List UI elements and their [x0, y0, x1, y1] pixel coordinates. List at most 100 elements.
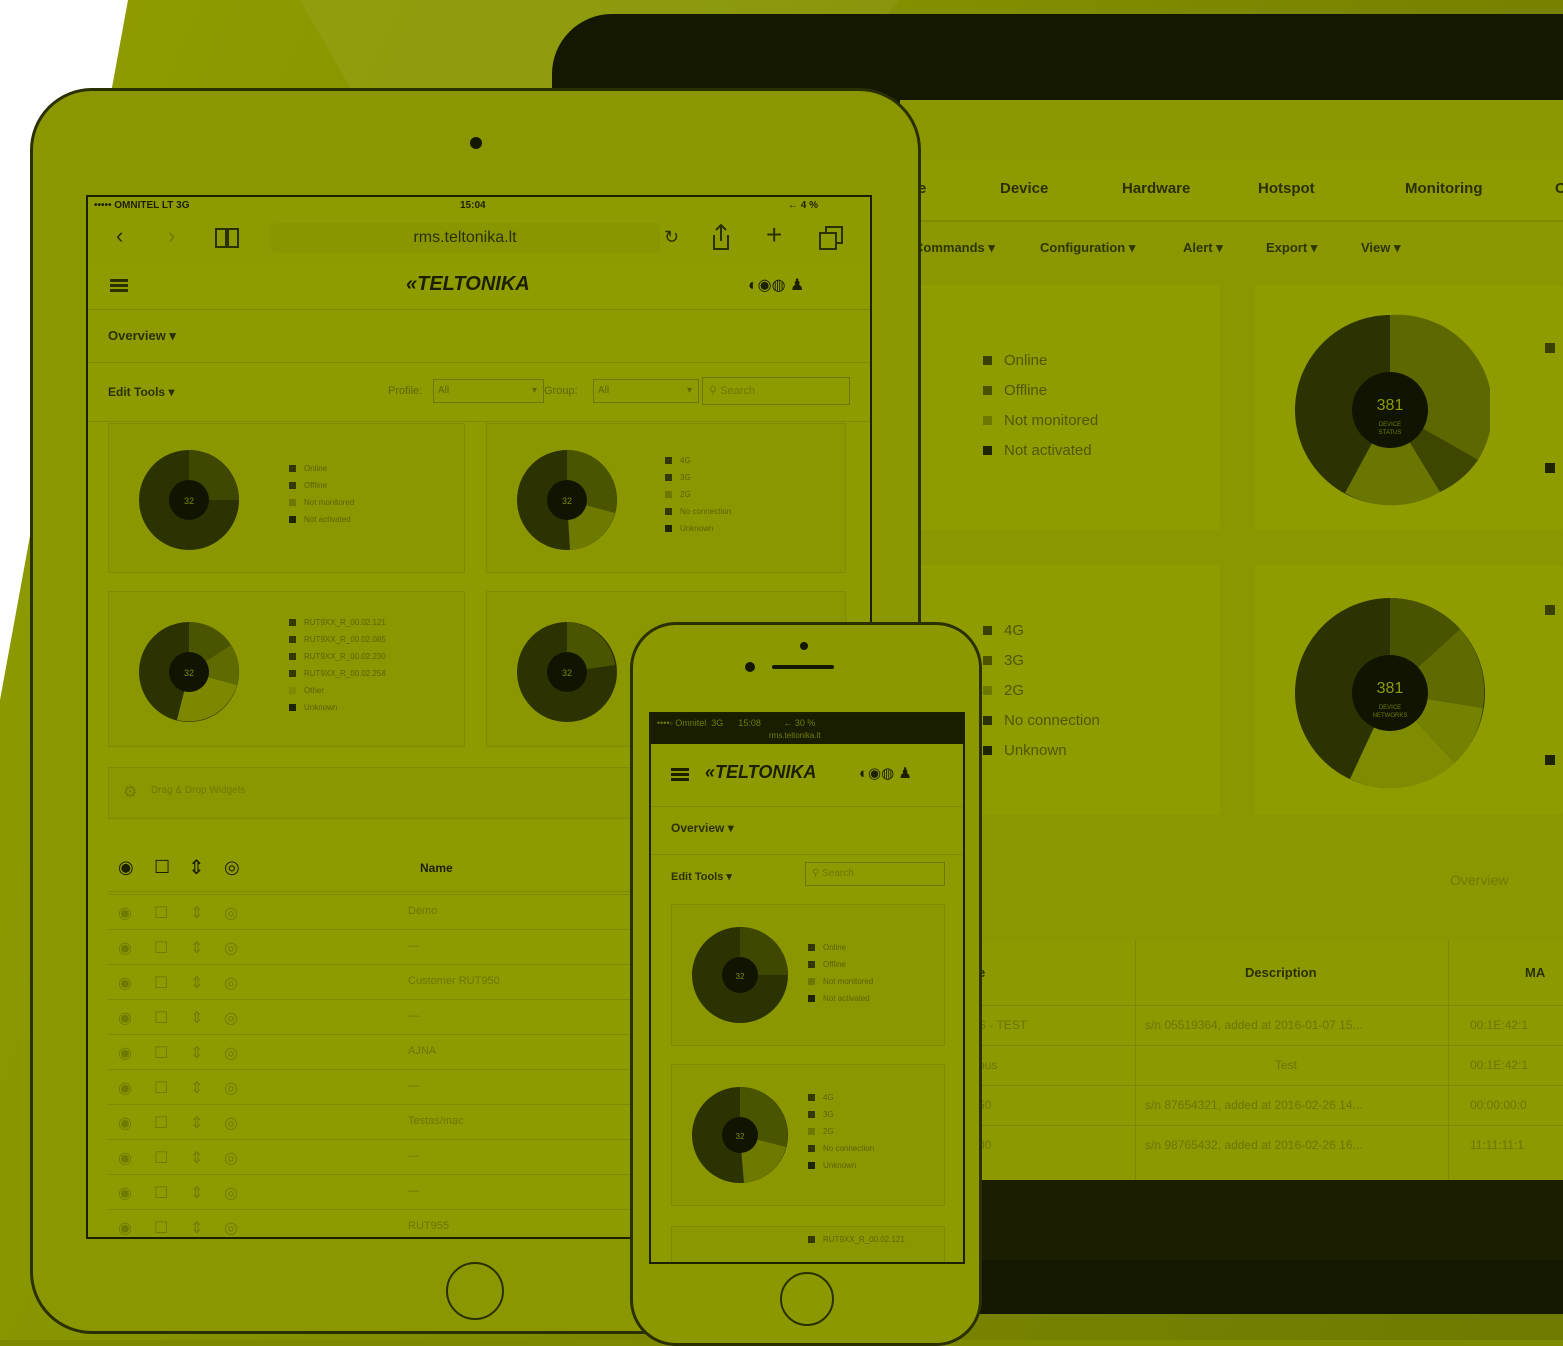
edit-tools-dropdown[interactable]: Edit Tools ▾ — [671, 870, 732, 883]
subnav-view[interactable]: View ▾ — [1361, 240, 1401, 256]
table-row[interactable]: S - TEST s/n 05519364, added at 2016-01-0… — [900, 1005, 1563, 1046]
checkbox-icon[interactable]: ☐ — [154, 1078, 168, 1098]
legend-item: Unknown — [983, 735, 1100, 765]
checkbox-icon[interactable]: ☐ — [154, 857, 170, 878]
svg-text:DEVICE: DEVICE — [1379, 705, 1401, 711]
legend-item: Not monitored — [983, 405, 1098, 435]
hamburger-menu-icon[interactable] — [671, 768, 689, 771]
checkbox-icon[interactable]: ☐ — [154, 903, 168, 923]
radio-icon[interactable]: ◉ — [118, 1113, 132, 1133]
status-legend: Online Offline Not monitored Not activat… — [983, 345, 1098, 465]
edit-tools-dropdown[interactable]: Edit Tools ▾ — [108, 385, 174, 399]
phone-app-header: «TELTONIKA ◐◉◍ ♟ — [651, 744, 963, 807]
overview-dropdown[interactable]: Overview ▾ — [671, 821, 734, 835]
legend: RUT9XX_R_00.02.121 — [808, 1231, 905, 1248]
radio-icon[interactable]: ◉ — [118, 903, 132, 923]
tablet-camera — [470, 137, 482, 149]
tabs-icon[interactable] — [818, 225, 844, 251]
notifications-icon[interactable]: ◐◉◍ ♟ — [859, 764, 912, 782]
nav-item-hardware[interactable]: Hardware — [1122, 180, 1190, 197]
checkbox-icon[interactable]: ☐ — [154, 1183, 168, 1203]
status-icon: ◎ — [224, 975, 238, 992]
sort-icon[interactable]: ⇕ — [188, 855, 205, 880]
url-bar[interactable]: rms.teltonika.lt — [270, 223, 660, 253]
nav-item-hotspot[interactable]: Hotspot — [1258, 180, 1315, 197]
overview-row: Overview ▾ — [88, 310, 870, 363]
radio-icon[interactable]: ◉ — [118, 1078, 132, 1098]
forward-icon[interactable]: › — [168, 223, 175, 249]
device-name: — — [408, 1080, 419, 1092]
overview-dropdown[interactable]: Overview ▾ — [108, 328, 176, 344]
status-card: 32 Online Offline Not monitored Not acti… — [671, 904, 945, 1046]
table-row[interactable]: ous Test 00:1E:42:1 — [900, 1045, 1563, 1086]
network-donut: 32 — [692, 1087, 788, 1183]
checkbox-icon[interactable]: ☐ — [154, 1008, 168, 1028]
search-input[interactable]: ⚲ Search — [805, 862, 945, 886]
profile-select[interactable]: All ▾ — [433, 379, 544, 403]
device-name: — — [408, 1150, 419, 1162]
notifications-icon[interactable]: ◐◉◍ ♟ — [748, 275, 804, 295]
radio-icon[interactable]: ◉ — [118, 938, 132, 958]
new-tab-icon[interactable]: + — [766, 219, 782, 251]
radio-icon[interactable]: ◉ — [118, 1218, 132, 1237]
status-donut-chart: 381 DEVICE STATUS — [1295, 314, 1490, 506]
teltonika-logo: «TELTONIKA — [406, 273, 530, 295]
phone-screen: ••••◦ Omnitel 3G 15:08 ← 30 % rms.telton… — [649, 712, 965, 1264]
firmware-donut: 32 — [139, 622, 239, 722]
tab-overview[interactable]: Overview — [1450, 872, 1508, 888]
group-select[interactable]: All ▾ — [593, 379, 699, 403]
subnav-commands[interactable]: Commands ▾ — [914, 240, 995, 256]
table-row[interactable]: 50 s/n 87654321, added at 2016-02-26 14..… — [900, 1085, 1563, 1126]
extra-donut: 32 — [517, 622, 617, 722]
sort-icon: ⇕ — [190, 905, 204, 922]
checkbox-icon[interactable]: ☐ — [154, 1113, 168, 1133]
hamburger-menu-icon[interactable] — [110, 279, 128, 282]
donut-total: 381 — [1377, 397, 1404, 414]
subnav-export[interactable]: Export ▾ — [1266, 240, 1317, 256]
name-column-header[interactable]: Name — [420, 861, 453, 875]
network-legend: 4G 3G 2G No connection Unknown — [983, 615, 1100, 765]
phone-overview-row: Overview ▾ — [651, 806, 963, 855]
nav-item[interactable]: C — [1555, 180, 1563, 197]
radio-icon[interactable]: ◉ — [118, 1148, 132, 1168]
status-icon: ◎ — [224, 1045, 238, 1062]
radio-icon[interactable]: ◉ — [118, 1043, 132, 1063]
radio-icon[interactable]: ◉ — [118, 1183, 132, 1203]
network-donut-card: 381 DEVICE NETWORKS — [1255, 565, 1563, 815]
checkbox-icon[interactable]: ☐ — [154, 1043, 168, 1063]
radio-icon[interactable]: ◉ — [118, 1008, 132, 1028]
bookmarks-icon[interactable] — [214, 227, 240, 249]
nav-item-device[interactable]: Device — [1000, 180, 1048, 197]
search-input[interactable]: ⚲ Search — [702, 377, 850, 405]
svg-text:32: 32 — [562, 496, 572, 506]
device-name: AJNA — [408, 1045, 437, 1057]
phone-toolbar: Edit Tools ▾ ⚲ Search — [651, 854, 963, 900]
sort-icon: ⇕ — [190, 975, 204, 992]
checkbox-icon[interactable]: ☐ — [154, 1148, 168, 1168]
device-name: Customer RUT950 — [408, 975, 500, 987]
tablet-home-button[interactable] — [446, 1262, 504, 1320]
subnav-configuration[interactable]: Configuration ▾ — [1040, 240, 1135, 256]
donut-total: 381 — [1377, 680, 1404, 697]
svg-text:DEVICE: DEVICE — [1379, 422, 1401, 428]
sort-icon: ⇕ — [190, 1150, 204, 1167]
status-icon: ◎ — [224, 1220, 238, 1237]
sort-icon: ⇕ — [190, 940, 204, 957]
subnav-alert[interactable]: Alert ▾ — [1183, 240, 1223, 256]
sort-icon: ⇕ — [190, 1220, 204, 1237]
reload-icon[interactable]: ↻ — [664, 227, 679, 248]
phone-home-button[interactable] — [780, 1272, 834, 1326]
status-icon[interactable]: ◎ — [224, 857, 240, 878]
device-name: Testas/mac — [408, 1115, 464, 1127]
checkbox-icon[interactable]: ☐ — [154, 938, 168, 958]
select-all-icon[interactable]: ◉ — [118, 857, 134, 878]
checkbox-icon[interactable]: ☐ — [154, 973, 168, 993]
radio-icon[interactable]: ◉ — [118, 973, 132, 993]
table-row[interactable]: 00 s/n 98765432, added at 2016-02-26 16..… — [900, 1125, 1563, 1166]
nav-item-monitoring[interactable]: Monitoring — [1405, 180, 1482, 197]
status-icon: ◎ — [224, 1010, 238, 1027]
share-icon[interactable] — [710, 223, 732, 251]
teltonika-logo: «TELTONIKA — [705, 762, 817, 782]
back-icon[interactable]: ‹ — [116, 223, 123, 249]
checkbox-icon[interactable]: ☐ — [154, 1218, 168, 1237]
